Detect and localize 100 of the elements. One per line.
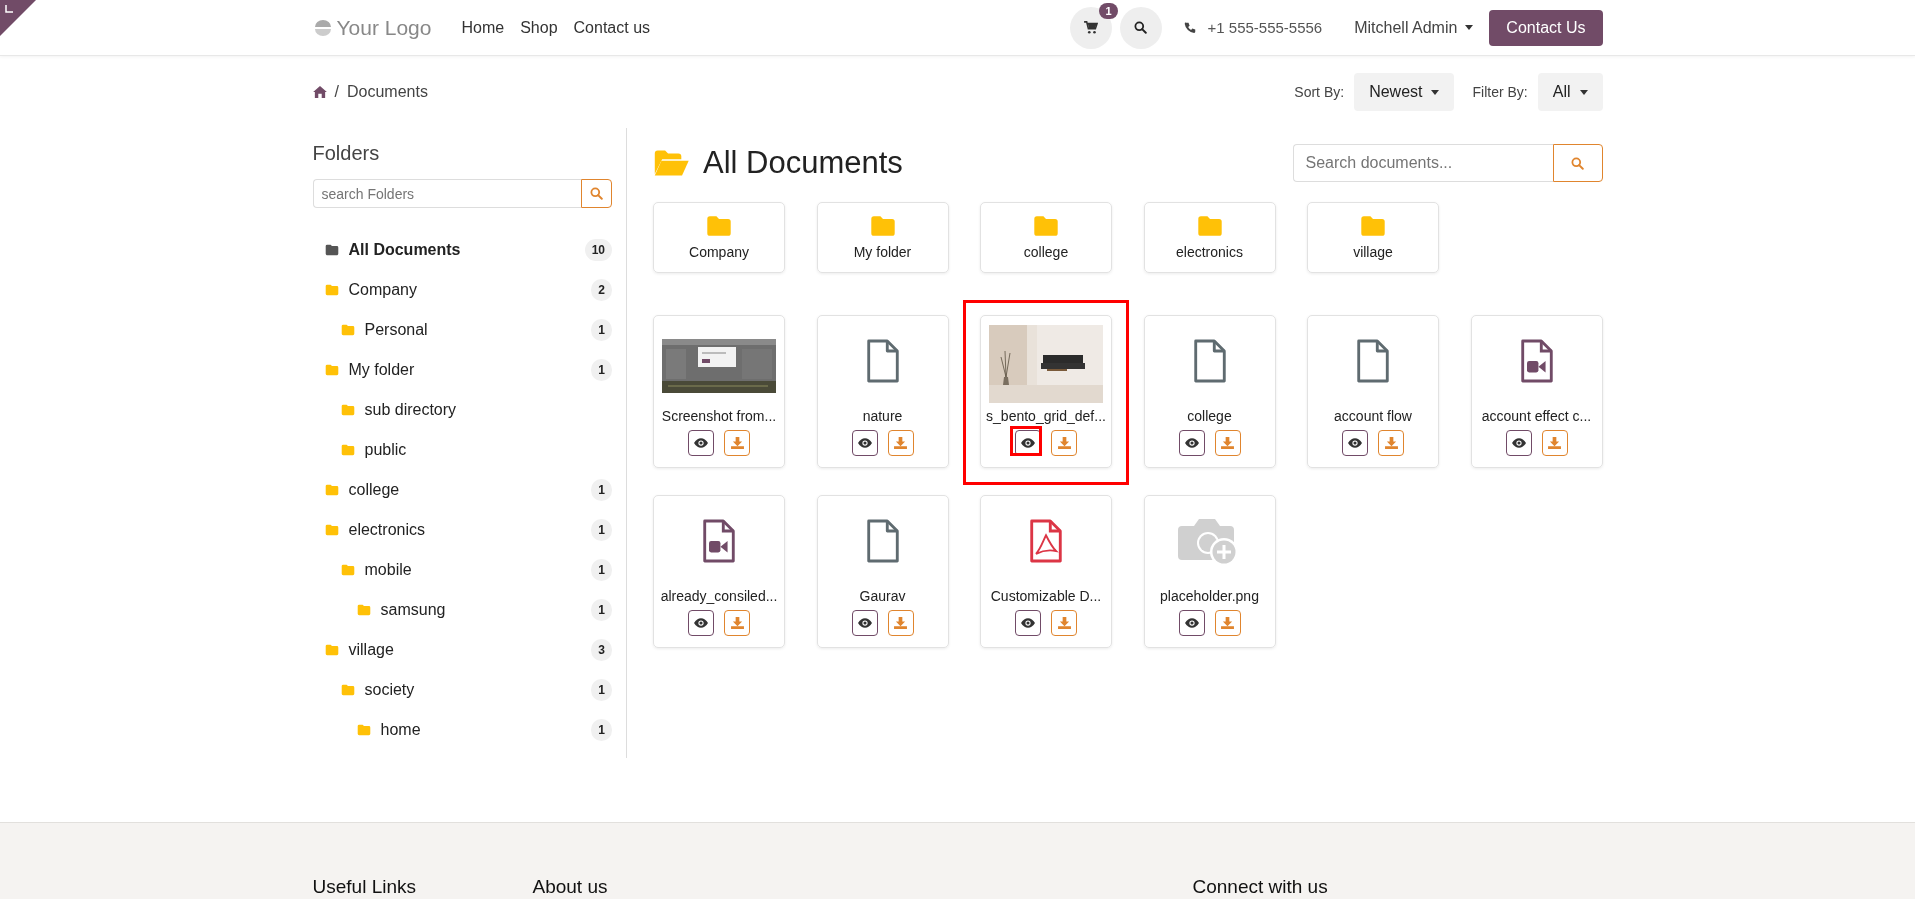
eye-icon	[857, 438, 872, 448]
dropdown-button[interactable]: All	[1537, 73, 1603, 111]
download-button[interactable]	[724, 610, 750, 636]
download-button[interactable]	[1051, 430, 1077, 456]
folder-icon	[340, 444, 355, 456]
contact-us-button[interactable]: Contact Us	[1489, 9, 1603, 46]
download-icon	[894, 617, 907, 629]
view-button[interactable]	[1505, 430, 1532, 456]
folder-item[interactable]: electronics 1	[312, 510, 612, 550]
folder-item[interactable]: mobile 1	[312, 550, 612, 590]
folder-item[interactable]: college 1	[312, 470, 612, 510]
download-button[interactable]	[1378, 430, 1404, 456]
document-card[interactable]: nature	[816, 315, 949, 468]
folder-card[interactable]: Company	[653, 202, 785, 273]
count-badge: 1	[591, 519, 612, 541]
eye-icon	[1511, 438, 1526, 448]
dropdown-label: Sort By:	[1294, 84, 1345, 100]
document-card[interactable]: Gaurav	[816, 495, 949, 648]
count-badge: 1	[591, 319, 612, 341]
folder-icon	[324, 364, 339, 376]
folder-name: village	[1353, 243, 1393, 260]
view-button[interactable]	[1015, 610, 1041, 636]
document-search-field[interactable]: Search documents...	[1292, 144, 1553, 182]
folder-item[interactable]: society 1	[312, 670, 612, 710]
nav-link[interactable]: Shop	[520, 18, 558, 37]
document-card[interactable]: college	[1143, 315, 1276, 468]
user-menu[interactable]: Mitchell Admin	[1354, 18, 1474, 37]
view-button[interactable]	[851, 610, 878, 636]
view-button[interactable]	[1342, 430, 1368, 456]
dropdown-button[interactable]: Newest	[1354, 73, 1455, 111]
download-icon	[1057, 437, 1071, 449]
folder-card[interactable]: My folder	[816, 202, 949, 273]
folder-name: Company	[689, 243, 749, 260]
folder-item[interactable]: sub directory	[312, 390, 612, 430]
download-icon	[1384, 437, 1398, 449]
folder-item[interactable]: All Documents 10	[312, 230, 612, 270]
folder-icon	[340, 684, 355, 696]
eye-icon	[1184, 438, 1199, 448]
count-badge: 1	[591, 719, 612, 741]
cart-button[interactable]	[1069, 6, 1112, 49]
view-button[interactable]	[688, 430, 714, 456]
document-name: nature	[862, 408, 903, 424]
eye-icon	[1021, 618, 1035, 628]
nav-link[interactable]: Contact us	[573, 18, 651, 37]
document-name: s_bento_grid_def...	[986, 408, 1106, 424]
folder-item[interactable]: Company 2	[312, 270, 612, 310]
view-button[interactable]	[1178, 610, 1205, 636]
document-card[interactable]: already_consiled...	[653, 495, 785, 648]
folder-item[interactable]: home 1	[312, 710, 612, 750]
phone-number: +1 555-555-5556	[1207, 19, 1323, 36]
document-card[interactable]: Screenshot from...	[653, 315, 785, 468]
download-button[interactable]	[887, 430, 914, 456]
download-icon	[730, 437, 744, 449]
document-card[interactable]: account effect c...	[1470, 315, 1603, 468]
nav-link[interactable]: Home	[461, 18, 505, 37]
folder-card[interactable]: village	[1307, 202, 1439, 273]
document-name: Customizable D...	[990, 588, 1102, 604]
download-icon	[1221, 617, 1234, 629]
folder-card[interactable]: electronics	[1143, 202, 1276, 273]
folder-search-field[interactable]: search Folders	[312, 179, 581, 208]
count-badge: 10	[584, 239, 612, 261]
eye-icon	[1021, 438, 1035, 448]
download-button[interactable]	[1541, 430, 1568, 456]
eye-icon	[857, 618, 872, 628]
download-button[interactable]	[1214, 610, 1241, 636]
phone-icon	[1183, 21, 1196, 34]
folder-icon	[1196, 215, 1223, 238]
document-name: Gaurav	[859, 588, 906, 604]
download-button[interactable]	[724, 430, 750, 456]
search-icon	[590, 187, 603, 200]
view-button[interactable]	[688, 610, 714, 636]
folder-item[interactable]: Personal 1	[312, 310, 612, 350]
corner-icon	[4, 4, 14, 14]
search-button[interactable]	[1119, 6, 1162, 49]
folder-item[interactable]: public	[312, 430, 612, 470]
logo[interactable]: Your Logo	[312, 15, 432, 40]
breadcrumb-current: Documents	[346, 83, 428, 101]
footer-heading: Useful Links	[312, 877, 417, 896]
folder-card[interactable]: college	[980, 202, 1112, 273]
download-button[interactable]	[1214, 430, 1241, 456]
sidebar-title: Folders	[312, 142, 381, 165]
document-card[interactable]: placeholder.png	[1143, 495, 1276, 648]
view-button[interactable]	[851, 430, 878, 456]
document-card[interactable]: Customizable D...	[980, 495, 1112, 648]
view-button[interactable]	[1178, 430, 1205, 456]
document-name: placeholder.png	[1160, 588, 1259, 604]
folder-icon	[340, 564, 355, 576]
document-name: account effect c...	[1481, 408, 1592, 424]
folder-item[interactable]: My folder 1	[312, 350, 612, 390]
download-icon	[1221, 437, 1234, 449]
folder-item[interactable]: samsung 1	[312, 590, 612, 630]
open-folder-icon	[653, 149, 689, 177]
document-card[interactable]: account flow	[1307, 315, 1439, 468]
folder-item[interactable]: village 3	[312, 630, 612, 670]
download-button[interactable]	[887, 610, 914, 636]
document-card[interactable]: s_bento_grid_def...	[980, 315, 1112, 468]
folder-icon	[324, 244, 339, 256]
download-button[interactable]	[1051, 610, 1077, 636]
folder-icon	[706, 215, 732, 238]
document-name: Screenshot from...	[661, 408, 777, 424]
